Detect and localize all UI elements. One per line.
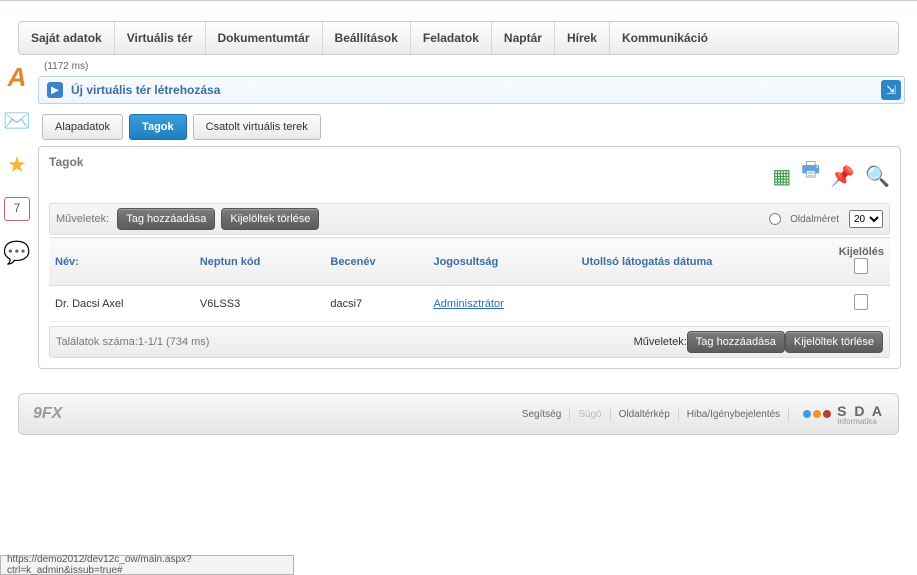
chevron-right-icon: ▶ <box>47 82 63 98</box>
cell-code: V6LSS3 <box>194 286 325 322</box>
add-member-button[interactable]: Tag hozzáadása <box>117 208 215 230</box>
pagesize-label: Oldalméret <box>790 214 839 225</box>
table-row: Dr. Dacsi Axel V6LSS3 dacsi7 Adminisztrá… <box>49 286 890 322</box>
pin-icon[interactable]: 📌 <box>830 164 855 189</box>
menu-sajat-adatok[interactable]: Saját adatok <box>19 22 115 54</box>
delete-selected-button[interactable]: Kijelöltek törlése <box>221 208 319 230</box>
page-footer: 9FX Segítség Súgó Oldaltérkép Hiba/Igény… <box>18 393 899 435</box>
tab-csatolt-vt[interactable]: Csatolt virtuális terek <box>193 114 321 140</box>
menu-virtualis-ter[interactable]: Virtuális tér <box>115 22 206 54</box>
brand-right-logo: S D A Informatika <box>803 403 884 426</box>
members-table: Név: Neptun kód Becenév Jogosultság Utol… <box>49 237 890 322</box>
footer-sitemap-link[interactable]: Oldaltérkép <box>611 409 679 420</box>
menu-beallitasok[interactable]: Beállítások <box>323 22 411 54</box>
cell-nick: dacsi7 <box>324 286 427 322</box>
panel-title: Tagok <box>49 155 83 169</box>
sidebar-calendar-icon[interactable]: 7 <box>3 195 31 223</box>
members-panel: Tagok ▦ 🖶 📌 🔍 Műveletek: Tag hozzáadása … <box>38 146 901 369</box>
sidebar-mail-icon[interactable]: ✉️ <box>3 107 31 135</box>
toolbar-top: Műveletek: Tag hozzáadása Kijelöltek tör… <box>49 203 890 235</box>
col-nick[interactable]: Becenév <box>324 238 427 286</box>
search-icon[interactable]: 🔍 <box>865 164 890 189</box>
main-menu: Saját adatok Virtuális tér Dokumentumtár… <box>18 21 899 55</box>
brand-right-sub: Informatika <box>837 417 884 426</box>
cell-lastvisit <box>576 286 833 322</box>
load-timing: (1172 ms) <box>44 61 905 72</box>
col-code[interactable]: Neptun kód <box>194 238 325 286</box>
menu-kommunikacio[interactable]: Kommunikáció <box>610 22 720 54</box>
menu-hirek[interactable]: Hírek <box>555 22 610 54</box>
pagesize-select[interactable]: 20 <box>849 210 883 228</box>
brand-left-logo: 9FX <box>33 405 62 423</box>
ops-label: Műveletek: <box>56 213 109 225</box>
menu-feladatok[interactable]: Feladatok <box>411 22 492 54</box>
col-lastvisit[interactable]: Utollsó látogatás dátuma <box>576 238 833 286</box>
export-xls-icon[interactable]: ▦ <box>772 164 791 189</box>
row-checkbox[interactable] <box>854 294 868 310</box>
ops-label-bottom: Műveletek: <box>634 336 687 348</box>
delete-selected-button-bottom[interactable]: Kijelöltek törlése <box>785 331 883 353</box>
results-info: Találatok száma:1-1/1 (734 ms) <box>56 336 209 348</box>
col-role[interactable]: Jogosultság <box>427 238 575 286</box>
select-all-checkbox[interactable] <box>854 258 868 274</box>
cell-role: Adminisztrátor <box>427 286 575 322</box>
tabs: Alapadatok Tagok Csatolt virtuális terek <box>42 114 905 140</box>
tab-alapadatok[interactable]: Alapadatok <box>42 114 123 140</box>
footer-sugo-link[interactable]: Súgó <box>570 409 610 420</box>
toolbar-bottom: Találatok száma:1-1/1 (734 ms) Műveletek… <box>49 326 890 358</box>
sidebar-chat-icon[interactable]: 💬 <box>3 239 31 267</box>
pagesize-radio-icon[interactable] <box>769 213 781 225</box>
print-icon[interactable]: 🖶 <box>801 155 820 189</box>
sidebar: A ✉️ ★ 7 💬 <box>0 59 34 267</box>
sidebar-star-icon[interactable]: ★ <box>3 151 31 179</box>
cell-name: Dr. Dacsi Axel <box>49 286 194 322</box>
footer-help-link[interactable]: Segítség <box>514 409 570 420</box>
expand-icon[interactable]: ⇲ <box>881 80 901 100</box>
col-name[interactable]: Név: <box>49 238 194 286</box>
menu-naptar[interactable]: Naptár <box>492 22 555 54</box>
tab-tagok[interactable]: Tagok <box>129 114 187 140</box>
accordion-title: Új virtuális tér létrehozása <box>71 83 220 97</box>
menu-dokumentumtar[interactable]: Dokumentumtár <box>206 22 323 54</box>
add-member-button-bottom[interactable]: Tag hozzáadása <box>687 331 785 353</box>
col-select-label: Kijelölés <box>839 246 884 258</box>
role-link[interactable]: Adminisztrátor <box>433 298 503 310</box>
footer-bugreport-link[interactable]: Hiba/Igénybejelentés <box>679 409 789 420</box>
status-bar: https://demo2012/dev12c_ow/main.aspx?ctr… <box>0 555 294 575</box>
sidebar-letter-a-icon[interactable]: A <box>3 63 31 91</box>
accordion-header[interactable]: ▶ Új virtuális tér létrehozása ⇲ <box>38 76 905 104</box>
col-select: Kijelölés <box>833 238 890 286</box>
